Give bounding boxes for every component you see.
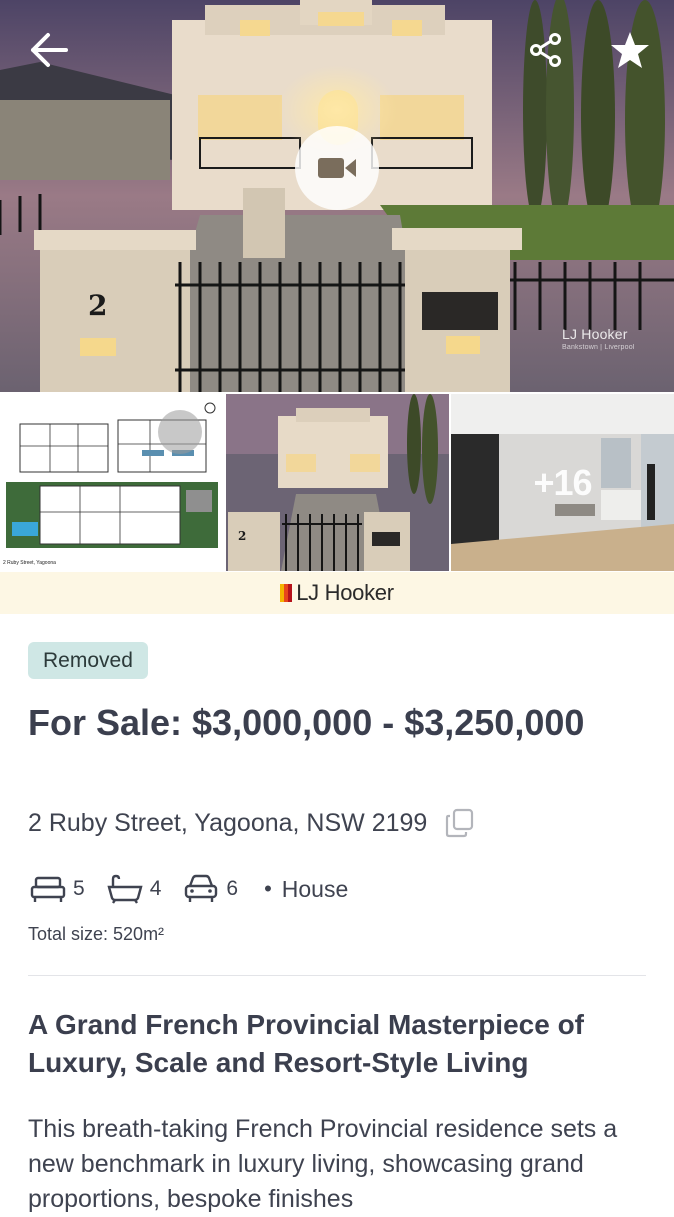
parking-feature: 6 xyxy=(183,874,238,904)
listing-description: This breath-taking French Provincial res… xyxy=(28,1115,618,1213)
status-badge: Removed xyxy=(28,642,148,679)
floorplan-image xyxy=(6,402,218,548)
interior-photo-thumbnail[interactable]: +16 xyxy=(451,394,674,571)
floorplan-thumbnail[interactable]: 2 Ruby Street, Yagoona xyxy=(0,394,224,571)
favourite-button[interactable] xyxy=(608,28,652,72)
front-photo-image: 2 xyxy=(226,394,449,571)
front-photo-thumbnail[interactable]: 2 xyxy=(226,394,449,571)
house-number-text: 2 xyxy=(88,289,107,322)
bedrooms-feature: 5 xyxy=(30,874,85,904)
watermark-sub: Bankstown | Liverpool xyxy=(562,344,635,351)
watermark-brand: LJ Hooker xyxy=(562,326,628,342)
play-video-button[interactable] xyxy=(295,126,379,210)
share-button[interactable] xyxy=(524,28,568,72)
section-divider xyxy=(28,975,646,976)
listing-price: For Sale: $3,000,000 - $3,250,000 xyxy=(28,702,585,743)
photo-thumbnails: 2 Ruby Street, Yagoona 2 +16 xyxy=(0,394,674,572)
hero-photo[interactable]: 2 LJ Hooker Bankstown | Liverpool xyxy=(0,0,674,392)
parking-count: 6 xyxy=(226,877,239,900)
agency-banner[interactable]: LJ Hooker xyxy=(0,572,674,614)
thumb-house-number: 2 xyxy=(238,529,246,543)
floorplan-caption: 2 Ruby Street, Yagoona xyxy=(3,560,56,566)
bathrooms-feature: 4 xyxy=(107,874,162,904)
agency-logo-mark xyxy=(280,584,293,602)
video-camera-icon xyxy=(318,158,356,178)
bathrooms-count: 4 xyxy=(149,877,162,900)
bedrooms-count: 5 xyxy=(73,877,85,900)
total-size: Total size: 520m² xyxy=(28,924,165,944)
bed-icon xyxy=(30,876,66,902)
car-icon xyxy=(185,874,218,902)
address-row: 2 Ruby Street, Yagoona, NSW 2199 xyxy=(28,808,475,838)
listing-address: 2 Ruby Street, Yagoona, NSW 2199 xyxy=(28,808,428,837)
copy-address-button[interactable] xyxy=(445,808,475,838)
share-icon xyxy=(530,33,561,67)
star-icon xyxy=(611,32,649,68)
arrow-left-icon xyxy=(31,33,68,67)
agency-name: LJ Hooker xyxy=(296,580,394,605)
more-photos-count: +16 xyxy=(533,461,592,503)
property-features: 5 4 6 • House xyxy=(30,874,348,904)
back-button[interactable] xyxy=(26,28,70,72)
property-type: House xyxy=(281,875,349,902)
copy-icon xyxy=(446,808,474,838)
agency-logo: LJ Hooker xyxy=(280,580,394,606)
bath-icon xyxy=(107,874,143,904)
listing-headline: A Grand French Provincial Masterpiece of… xyxy=(28,1009,585,1078)
separator-dot: • xyxy=(264,876,272,901)
photo-watermark: LJ Hooker Bankstown | Liverpool xyxy=(562,326,635,351)
